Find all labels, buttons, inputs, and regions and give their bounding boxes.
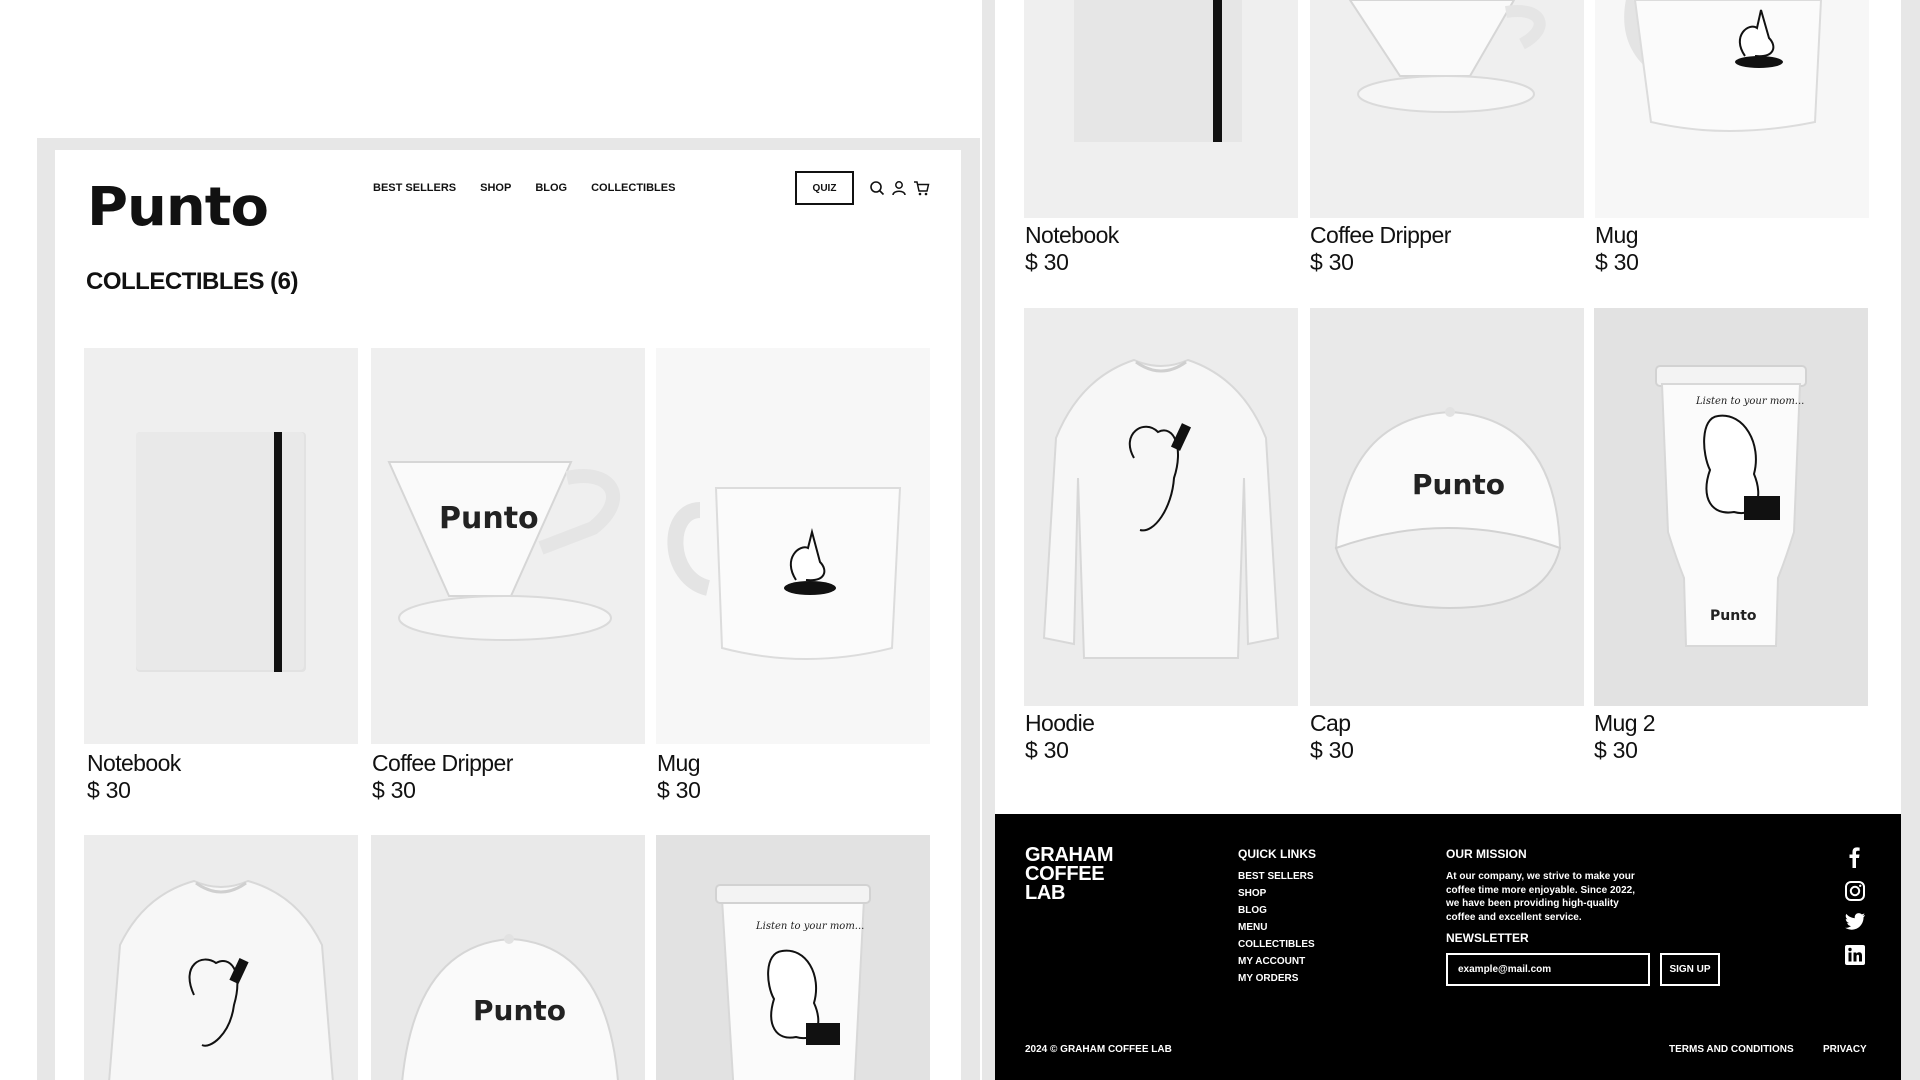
footer-link-collectibles[interactable]: COLLECTIBLES xyxy=(1238,936,1315,953)
product-image-mug[interactable] xyxy=(1595,0,1869,218)
footer-link-shop[interactable]: SHOP xyxy=(1238,885,1315,902)
product-image-coffee-dripper[interactable] xyxy=(1310,0,1584,218)
newsletter-email-input[interactable]: example@mail.com xyxy=(1446,953,1650,986)
product-price: $ 30 xyxy=(372,777,416,803)
product-price: $ 30 xyxy=(87,777,131,803)
product-name[interactable]: Coffee Dripper xyxy=(372,750,513,777)
footer-brand-line: LAB xyxy=(1025,882,1066,904)
footer-brand[interactable]: GRAHAM COFFEE LAB xyxy=(1025,845,1114,904)
tumbler-script-text: Listen to your mom... xyxy=(1695,396,1804,407)
product-name[interactable]: Coffee Dripper xyxy=(1310,222,1451,249)
copyright-text: 2024 © GRAHAM COFFEE LAB xyxy=(1025,1044,1172,1055)
nav-shop[interactable]: SHOP xyxy=(480,182,511,194)
cart-icon[interactable] xyxy=(913,180,930,196)
site-footer: GRAHAM COFFEE LAB QUICK LINKS BEST SELLE… xyxy=(995,814,1901,1080)
footer-link-menu[interactable]: MENU xyxy=(1238,919,1315,936)
signup-button[interactable]: SIGN UP xyxy=(1660,953,1720,986)
search-icon[interactable] xyxy=(869,180,885,196)
product-price: $ 30 xyxy=(1310,249,1354,275)
quick-links-heading: QUICK LINKS xyxy=(1238,847,1316,861)
product-name[interactable]: Hoodie xyxy=(1025,710,1095,737)
product-image-cap[interactable]: Punto xyxy=(1310,308,1584,706)
product-price: $ 30 xyxy=(1595,249,1639,275)
product-image-mug[interactable] xyxy=(656,348,930,744)
dripper-print-text: Punto xyxy=(439,501,539,536)
terms-link[interactable]: TERMS AND CONDITIONS xyxy=(1669,1044,1794,1055)
quick-links-list: BEST SELLERS SHOP BLOG MENU COLLECTIBLES… xyxy=(1238,868,1315,987)
privacy-link[interactable]: PRIVACY xyxy=(1823,1044,1867,1055)
product-image-notebook[interactable] xyxy=(84,348,358,744)
account-icon[interactable] xyxy=(891,180,907,196)
footer-link-my-account[interactable]: MY ACCOUNT xyxy=(1238,953,1315,970)
footer-link-blog[interactable]: BLOG xyxy=(1238,902,1315,919)
twitter-icon[interactable] xyxy=(1844,912,1866,932)
product-price: $ 30 xyxy=(657,777,701,803)
mission-heading: OUR MISSION xyxy=(1446,847,1527,861)
quiz-button[interactable]: QUIZ xyxy=(795,171,854,205)
footer-link-my-orders[interactable]: MY ORDERS xyxy=(1238,970,1315,987)
product-image-mug-2[interactable]: Listen to your mom... xyxy=(656,835,930,1080)
product-name[interactable]: Mug xyxy=(1595,222,1639,249)
nav-blog[interactable]: BLOG xyxy=(535,182,567,194)
right-collectibles-page: Notebook $ 30 Coffee Dripper $ 30 Mug $ … xyxy=(995,0,1901,1080)
left-collectibles-page: Punto BEST SELLERS SHOP BLOG COLLECTIBLE… xyxy=(55,150,961,1080)
nav-best-sellers[interactable]: BEST SELLERS xyxy=(373,182,456,194)
product-image-notebook[interactable] xyxy=(1024,0,1298,218)
cap-print-text: Punto xyxy=(473,994,566,1027)
instagram-icon[interactable] xyxy=(1844,880,1866,902)
facebook-icon[interactable] xyxy=(1844,846,1864,868)
product-price: $ 30 xyxy=(1025,737,1069,763)
product-name[interactable]: Cap xyxy=(1310,710,1351,737)
footer-link-best-sellers[interactable]: BEST SELLERS xyxy=(1238,868,1315,885)
tumbler-script-text: Listen to your mom... xyxy=(755,921,864,932)
product-name[interactable]: Notebook xyxy=(1025,222,1119,249)
tumbler-print-text: Punto xyxy=(1710,608,1757,624)
main-nav: BEST SELLERS SHOP BLOG COLLECTIBLES xyxy=(373,182,675,194)
brand-logo[interactable]: Punto xyxy=(87,181,269,234)
product-price: $ 30 xyxy=(1310,737,1354,763)
product-name[interactable]: Mug 2 xyxy=(1594,710,1656,737)
product-image-mug-2[interactable]: Listen to your mom... Punto xyxy=(1594,308,1868,706)
product-name[interactable]: Notebook xyxy=(87,750,181,777)
product-image-cap[interactable]: Punto xyxy=(371,835,645,1080)
product-image-coffee-dripper[interactable]: Punto xyxy=(371,348,645,744)
linkedin-icon[interactable] xyxy=(1844,944,1866,966)
nav-collectibles[interactable]: COLLECTIBLES xyxy=(591,182,675,194)
mission-text: At our company, we strive to make your c… xyxy=(1446,871,1635,923)
product-price: $ 30 xyxy=(1025,249,1069,275)
newsletter-heading: NEWSLETTER xyxy=(1446,931,1529,945)
cap-print-text: Punto xyxy=(1412,468,1505,501)
product-image-hoodie[interactable] xyxy=(1024,308,1298,706)
page-title: COLLECTIBLES (6) xyxy=(86,268,299,295)
product-image-hoodie[interactable] xyxy=(84,835,358,1080)
product-price: $ 30 xyxy=(1594,737,1638,763)
product-name[interactable]: Mug xyxy=(657,750,701,777)
header-icons xyxy=(869,180,930,196)
